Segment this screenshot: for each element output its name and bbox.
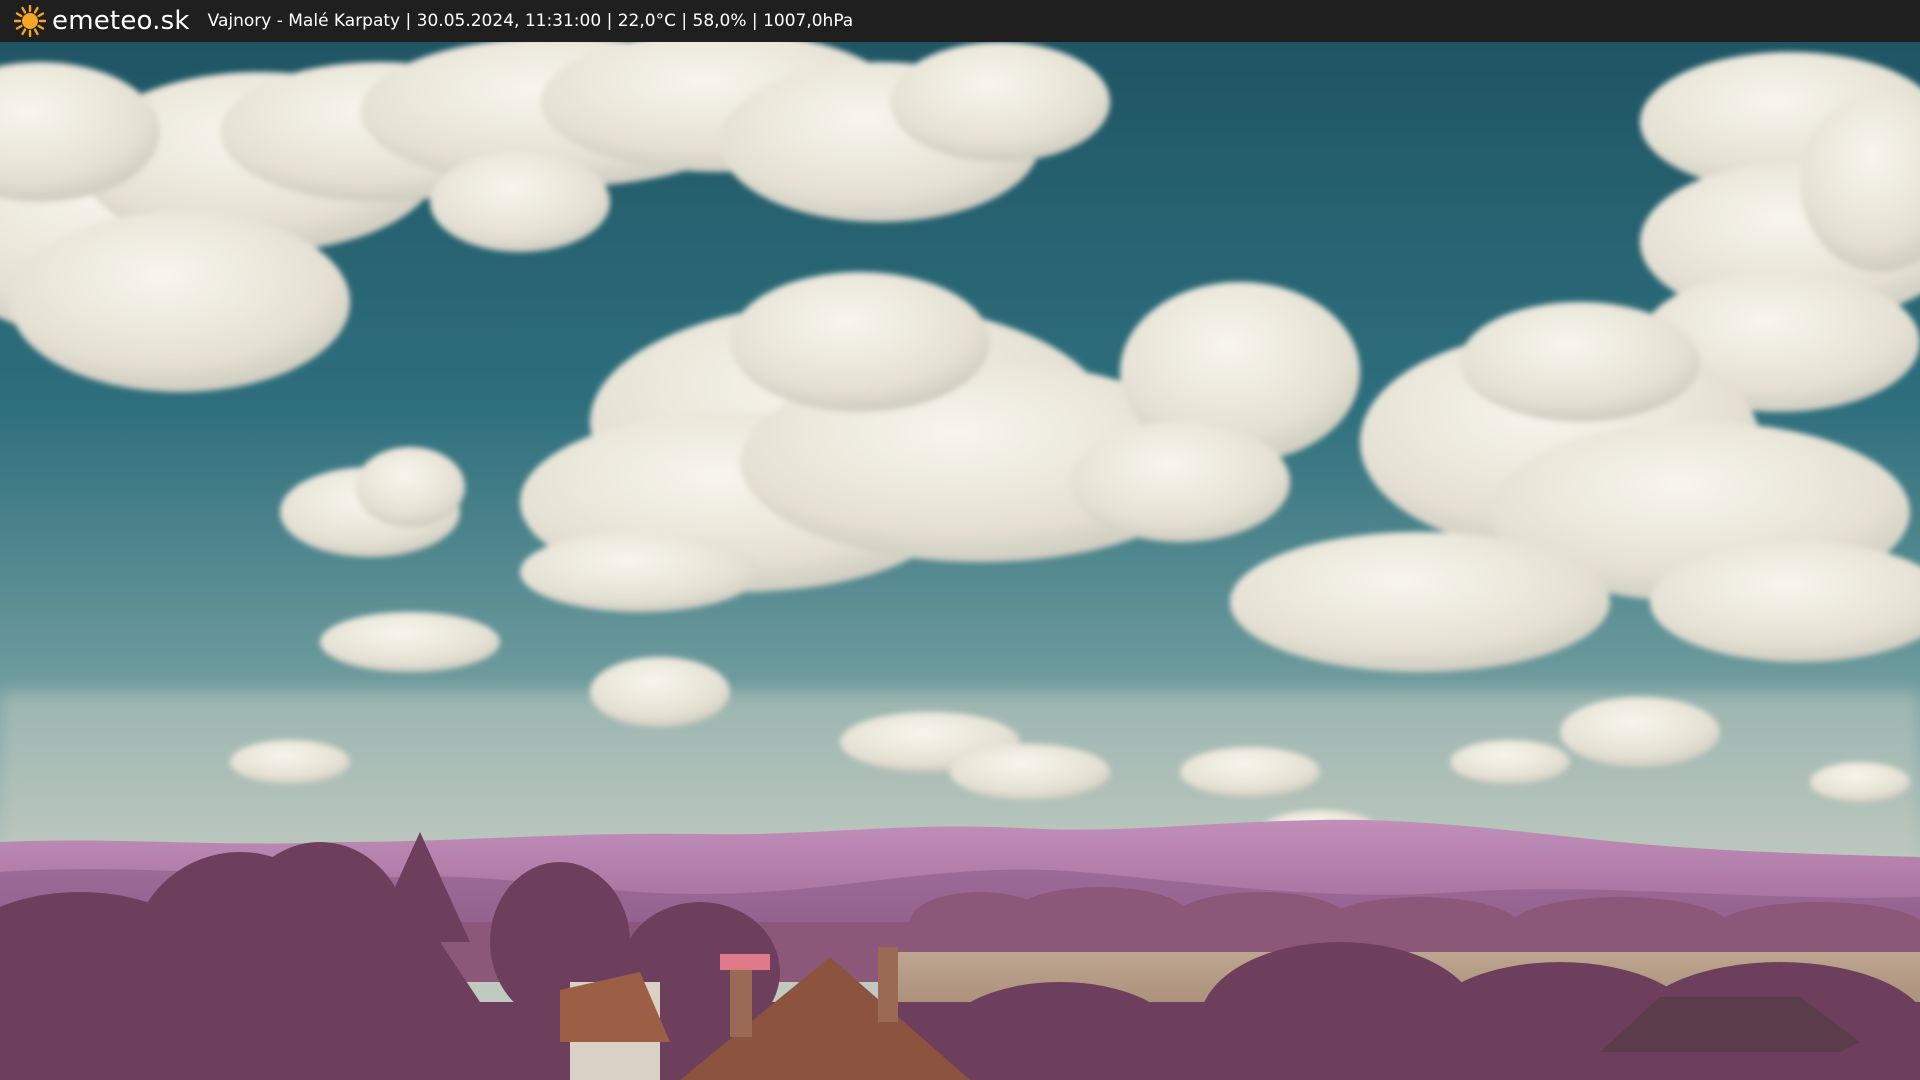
separator: | — [746, 11, 764, 31]
sun-ray — [37, 12, 45, 18]
sun-ray — [21, 6, 27, 14]
pressure-value: 1007,0hPa — [763, 11, 854, 31]
separator: | — [400, 11, 417, 31]
brand-logo[interactable]: emeteo.sk — [14, 0, 190, 42]
separator: | — [675, 11, 693, 31]
station-name: Vajnory - Malé Karpaty — [207, 11, 401, 31]
brand-name: emeteo.sk — [52, 6, 190, 36]
observation-datetime: 30.05.2024, 11:31:00 — [416, 11, 602, 31]
info-bar: emeteo.sk Vajnory - Malé Karpaty | 30.05… — [0, 0, 1920, 42]
sun-ray — [21, 28, 27, 36]
sun-ray — [33, 6, 39, 14]
sun-ray — [37, 24, 45, 30]
distant-building — [720, 954, 770, 970]
sun-icon — [14, 5, 46, 37]
temperature-value: 22,0°C — [617, 11, 676, 31]
webcam-image — [0, 42, 1920, 1080]
webcam-frame: emeteo.sk Vajnory - Malé Karpaty | 30.05… — [0, 0, 1920, 1080]
sun-ray — [15, 12, 23, 18]
house-left — [560, 972, 670, 1080]
sun-ray — [15, 24, 23, 30]
station-info: Vajnory - Malé Karpaty | 30.05.2024, 11:… — [208, 0, 854, 42]
sun-ray — [33, 28, 39, 36]
humidity-value: 58,0% — [692, 11, 747, 31]
separator: | — [601, 11, 618, 31]
